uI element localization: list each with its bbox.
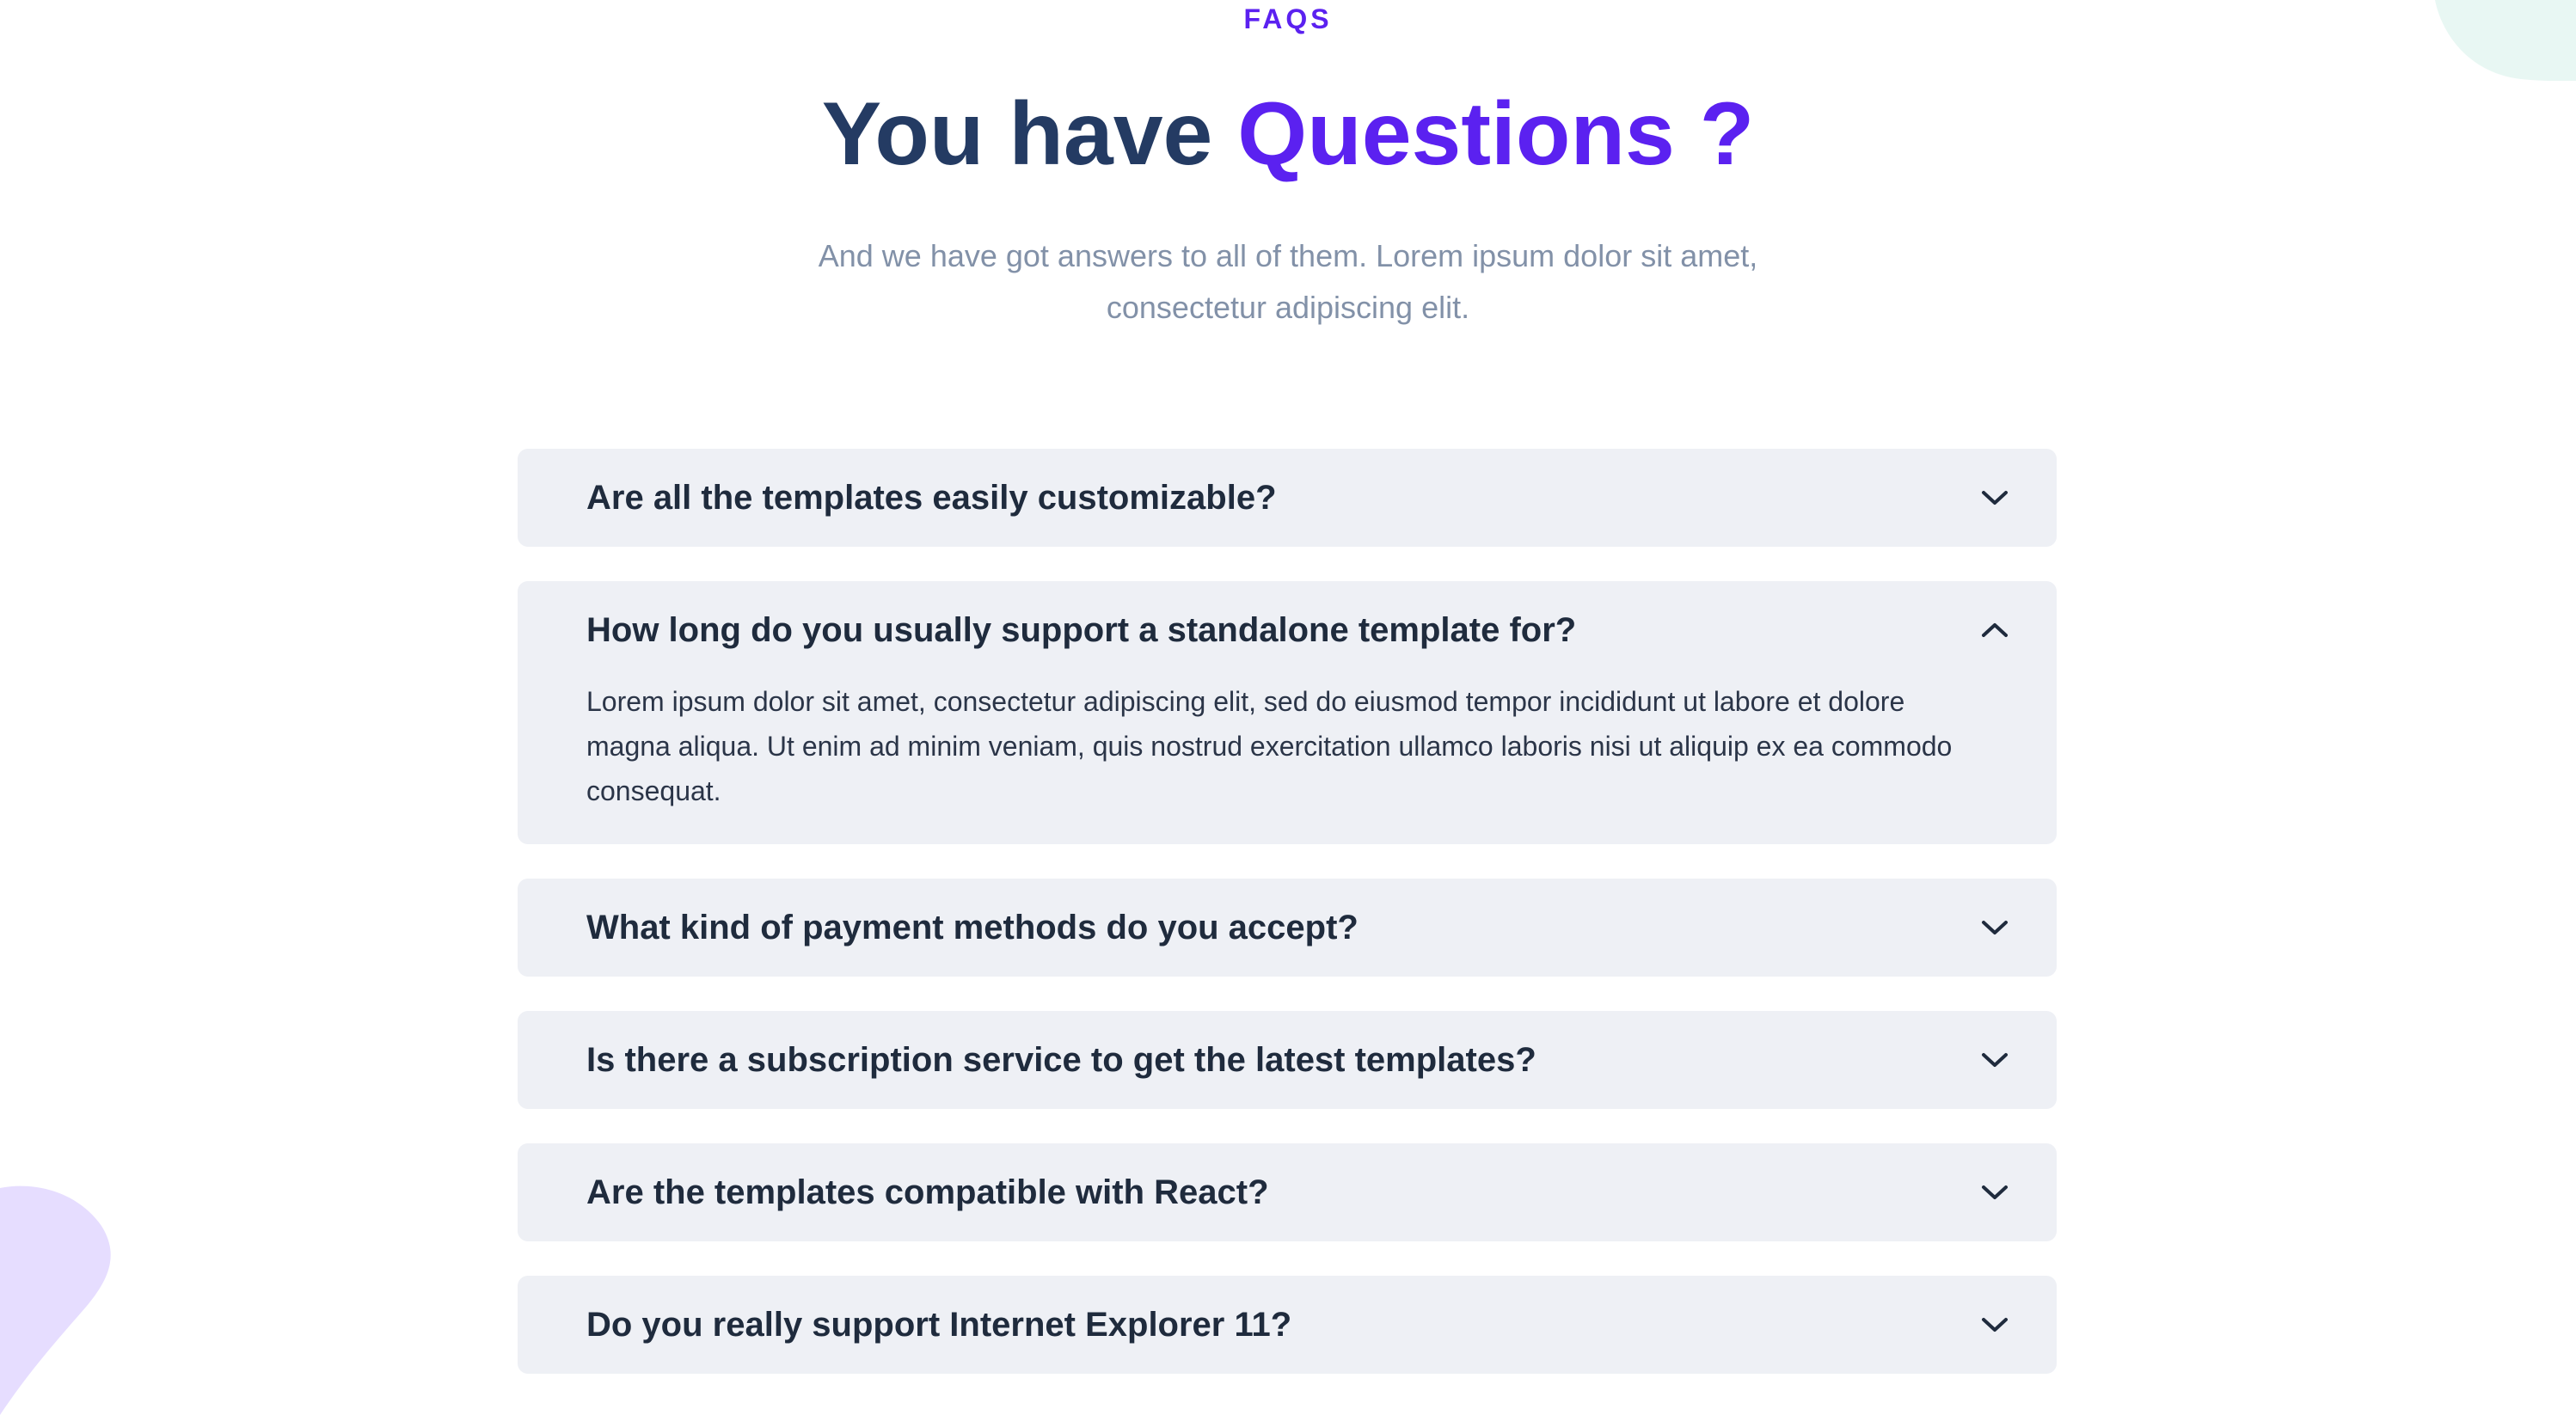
chevron-down-icon[interactable] — [1978, 1308, 2012, 1342]
faq-item: Is there a subscription service to get t… — [518, 1011, 2057, 1109]
faq-question: What kind of payment methods do you acce… — [586, 908, 1359, 946]
faq-toggle[interactable]: Are all the templates easily customizabl… — [518, 449, 2057, 547]
faq-toggle[interactable]: Is there a subscription service to get t… — [518, 1011, 2057, 1109]
faq-item: Do you really support Internet Explorer … — [518, 1276, 2057, 1374]
faq-item: Are the templates compatible with React? — [518, 1143, 2057, 1241]
section-eyebrow: FAQS — [1243, 3, 1333, 34]
decorative-blob-bottom-left — [0, 1185, 111, 1415]
title-accent: Questions ? — [1237, 84, 1755, 184]
faq-answer: Lorem ipsum dolor sit amet, consectetur … — [586, 686, 1953, 806]
faq-toggle[interactable]: What kind of payment methods do you acce… — [518, 879, 2057, 977]
faq-question: Is there a subscription service to get t… — [586, 1040, 1536, 1079]
faq-item: Are all the templates easily customizabl… — [518, 449, 2057, 547]
faq-toggle[interactable]: How long do you usually support a standa… — [518, 581, 2057, 679]
faq-toggle[interactable]: Do you really support Internet Explorer … — [518, 1276, 2057, 1374]
faq-toggle[interactable]: Are the templates compatible with React? — [518, 1143, 2057, 1241]
title-main: You have — [821, 84, 1238, 184]
faq-list: Are all the templates easily customizabl… — [518, 449, 2057, 1408]
chevron-up-icon[interactable] — [1978, 613, 2012, 647]
chevron-down-icon[interactable] — [1978, 1175, 2012, 1210]
chevron-down-icon[interactable] — [1978, 1043, 2012, 1077]
faq-item: What kind of payment methods do you acce… — [518, 879, 2057, 977]
faq-question: Are all the templates easily customizabl… — [586, 478, 1277, 517]
faq-question: Do you really support Internet Explorer … — [586, 1305, 1292, 1344]
chevron-down-icon[interactable] — [1978, 910, 2012, 945]
faq-question: How long do you usually support a standa… — [586, 610, 1577, 649]
faq-question: Are the templates compatible with React? — [586, 1173, 1269, 1211]
page-title: You have Questions ? — [0, 83, 2576, 186]
chevron-down-icon[interactable] — [1978, 481, 2012, 515]
section-subtitle: And we have got answers to all of them. … — [818, 238, 1758, 325]
faq-item-expanded: How long do you usually support a standa… — [518, 581, 2057, 844]
